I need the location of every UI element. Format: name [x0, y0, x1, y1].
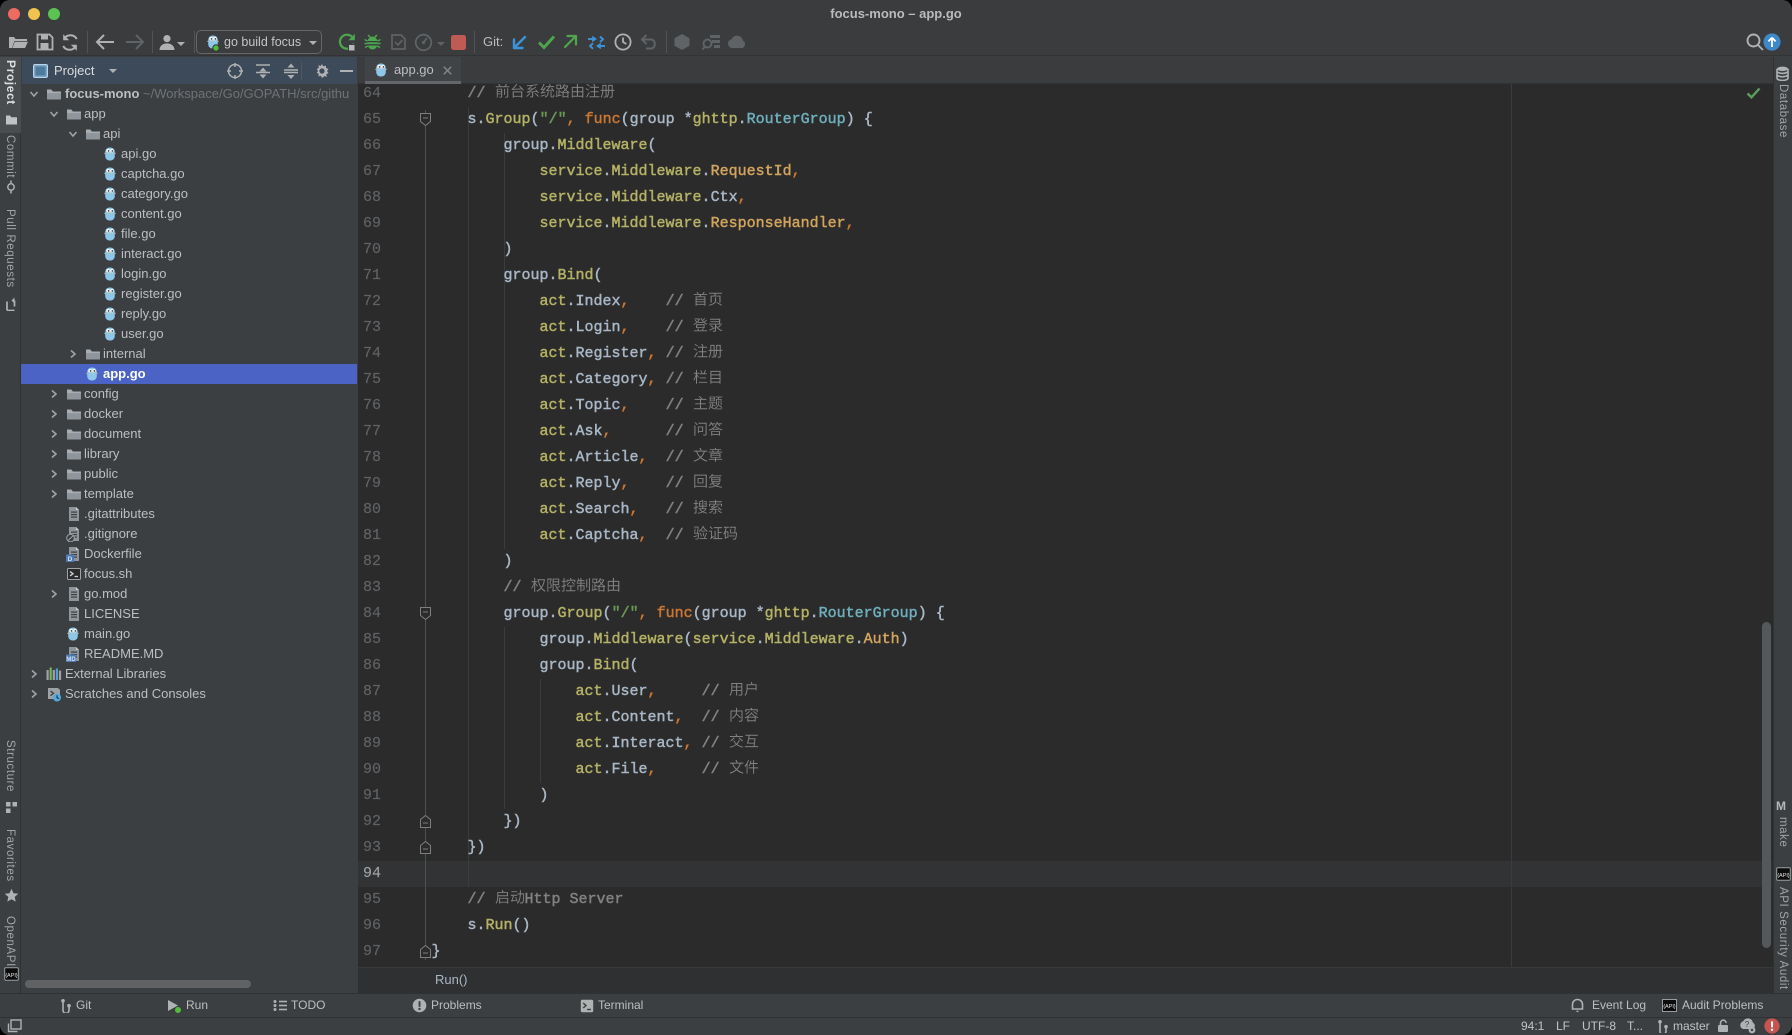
- svg-text:{API}: {API}: [1777, 873, 1790, 879]
- svg-text:?: ?: [1745, 1020, 1750, 1029]
- svg-text:{API}: {API}: [1663, 1004, 1676, 1010]
